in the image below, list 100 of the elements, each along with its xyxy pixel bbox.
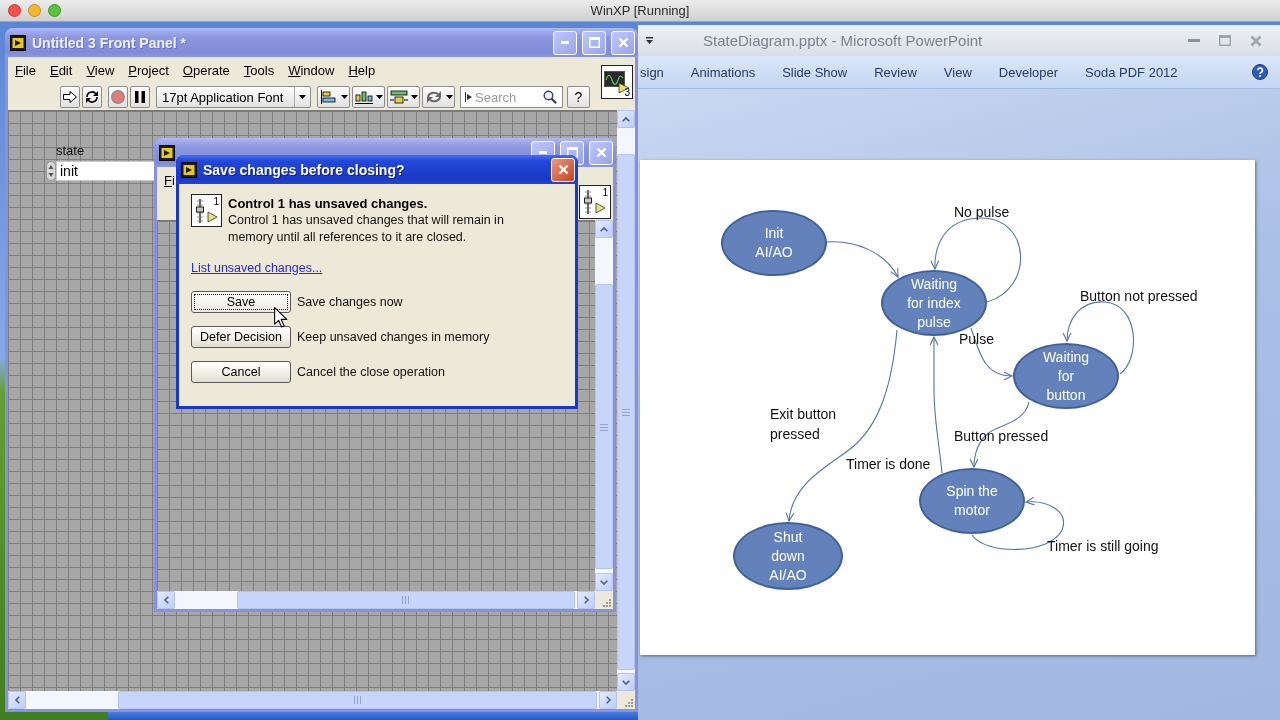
scroll-left-button[interactable] bbox=[157, 591, 175, 609]
search-field[interactable]: Search bbox=[460, 86, 563, 108]
list-changes-link[interactable]: List unsaved changes... bbox=[191, 261, 323, 275]
state-node: Shut down AI/AO bbox=[733, 522, 843, 590]
vi-icon bbox=[159, 144, 175, 161]
zoom-icon[interactable] bbox=[48, 4, 61, 17]
scroll-thumb[interactable] bbox=[237, 591, 575, 609]
align-dropdown[interactable] bbox=[317, 86, 350, 108]
distribute-dropdown[interactable] bbox=[352, 86, 385, 108]
menu-item[interactable]: Project bbox=[121, 63, 176, 78]
distribute-icon bbox=[354, 90, 373, 104]
help-button[interactable]: ? bbox=[567, 86, 590, 108]
pause-button[interactable] bbox=[130, 86, 150, 108]
chevron-right-icon bbox=[583, 596, 589, 604]
window-title: Untitled 3 Front Panel * bbox=[31, 34, 187, 51]
minimize-icon bbox=[1187, 39, 1200, 42]
minimize-icon[interactable] bbox=[28, 4, 41, 17]
caret-icon bbox=[445, 95, 453, 99]
ribbon-tab[interactable]: sign bbox=[640, 64, 664, 80]
caret-icon bbox=[410, 95, 418, 99]
ribbon-tab[interactable]: Review bbox=[874, 64, 917, 80]
maximize-icon bbox=[566, 147, 578, 158]
dialog-heading: Control 1 has unsaved changes. bbox=[228, 196, 429, 212]
chevron-down-icon bbox=[600, 579, 608, 585]
cycle-arrows-icon bbox=[85, 90, 99, 104]
scroll-up-button[interactable] bbox=[617, 110, 635, 128]
resize-dropdown[interactable] bbox=[387, 86, 420, 108]
close-button[interactable] bbox=[551, 157, 575, 182]
chevron-left-icon bbox=[163, 596, 169, 604]
ribbon-tab[interactable]: Animations bbox=[690, 64, 756, 80]
chevron-up-icon bbox=[622, 116, 630, 122]
close-icon bbox=[1249, 34, 1262, 47]
scroll-down-button[interactable] bbox=[595, 573, 613, 591]
search-icon[interactable] bbox=[543, 90, 557, 104]
caret-icon bbox=[340, 95, 348, 99]
chevron-down-icon bbox=[622, 679, 630, 685]
transition-label: Button not pressed bbox=[1080, 287, 1198, 306]
scroll-right-button[interactable] bbox=[599, 691, 617, 709]
state-node: Init AI/AO bbox=[721, 210, 827, 276]
scroll-thumb[interactable] bbox=[118, 691, 597, 709]
dialog-message: Control 1 has unsaved changes that will remain in memory until all references to it are closed. bbox=[228, 212, 505, 246]
transition-label: Timer is still going bbox=[1047, 537, 1159, 556]
ribbon-tab[interactable]: Slide Show bbox=[782, 64, 848, 80]
maximize-icon bbox=[588, 37, 600, 48]
run-button[interactable] bbox=[60, 86, 80, 108]
help-icon[interactable] bbox=[1252, 64, 1268, 80]
icon-number: 1 bbox=[602, 187, 608, 198]
resize-grip-icon bbox=[602, 598, 611, 607]
chevron-left-icon bbox=[14, 696, 20, 704]
scroll-left-button[interactable] bbox=[8, 691, 26, 709]
ribbon-tab[interactable]: View bbox=[943, 64, 972, 80]
scroll-up-button[interactable] bbox=[595, 220, 613, 238]
cycle-arrows-icon bbox=[424, 90, 443, 104]
vi-icon bbox=[181, 161, 197, 178]
stop-icon bbox=[111, 90, 125, 104]
dialog-button[interactable]: Save bbox=[191, 291, 291, 313]
menu-item[interactable]: Edit bbox=[42, 63, 80, 78]
dialog-button[interactable]: Cancel bbox=[191, 361, 291, 383]
dropdown-icon[interactable] bbox=[646, 36, 653, 45]
action-description: Save changes now bbox=[297, 295, 403, 309]
search-input[interactable]: Search bbox=[475, 87, 540, 107]
menu-item[interactable]: Operate bbox=[175, 63, 237, 78]
chevron-right-icon bbox=[605, 696, 611, 704]
menu-item[interactable]: Help bbox=[341, 63, 383, 78]
increment-arrows-icon[interactable] bbox=[46, 161, 56, 181]
close-icon bbox=[595, 147, 607, 158]
dialog-title: Save changes before closing? bbox=[202, 161, 406, 178]
vm-window-title: WinXP [Running] bbox=[590, 3, 690, 18]
menu-item[interactable]: File bbox=[8, 63, 43, 78]
run-continuously-button[interactable] bbox=[82, 86, 102, 108]
font-dropdown[interactable]: 17pt Application Font bbox=[156, 86, 311, 108]
pause-icon bbox=[135, 91, 145, 103]
scroll-down-button[interactable] bbox=[617, 673, 635, 691]
ribbon-tab[interactable]: Soda PDF 2012 bbox=[1085, 64, 1178, 80]
icon-number: 1 bbox=[213, 196, 219, 207]
caret-icon bbox=[299, 95, 306, 99]
close-icon bbox=[617, 37, 629, 48]
minimize-icon bbox=[539, 151, 547, 154]
menu-item[interactable]: View bbox=[79, 63, 122, 78]
scroll-right-button[interactable] bbox=[577, 591, 595, 609]
menu-item[interactable]: Tools bbox=[236, 63, 282, 78]
ribbon-tab[interactable]: Developer bbox=[998, 64, 1059, 80]
minimize-icon bbox=[561, 41, 569, 44]
close-icon bbox=[557, 164, 569, 175]
resize-grip-icon bbox=[624, 698, 633, 707]
transition-label: No pulse bbox=[954, 203, 1010, 222]
enum-field[interactable]: init bbox=[56, 161, 156, 181]
caret-icon bbox=[375, 95, 383, 99]
close-button[interactable] bbox=[589, 140, 613, 165]
window-title: StateDiagram.pptx - Microsoft PowerPoint bbox=[703, 32, 984, 49]
dialog-button[interactable]: Defer Decision bbox=[191, 326, 291, 348]
close-button[interactable] bbox=[611, 30, 635, 55]
close-icon[interactable] bbox=[8, 4, 21, 17]
state-node: Waiting for button bbox=[1013, 343, 1119, 409]
reorder-dropdown[interactable] bbox=[422, 86, 455, 108]
chevron-up-icon bbox=[600, 226, 608, 232]
menu-item[interactable]: Window bbox=[281, 63, 342, 78]
control-label: state bbox=[55, 143, 86, 158]
icon-number: 3 bbox=[624, 87, 630, 98]
resize-icon bbox=[389, 90, 408, 104]
